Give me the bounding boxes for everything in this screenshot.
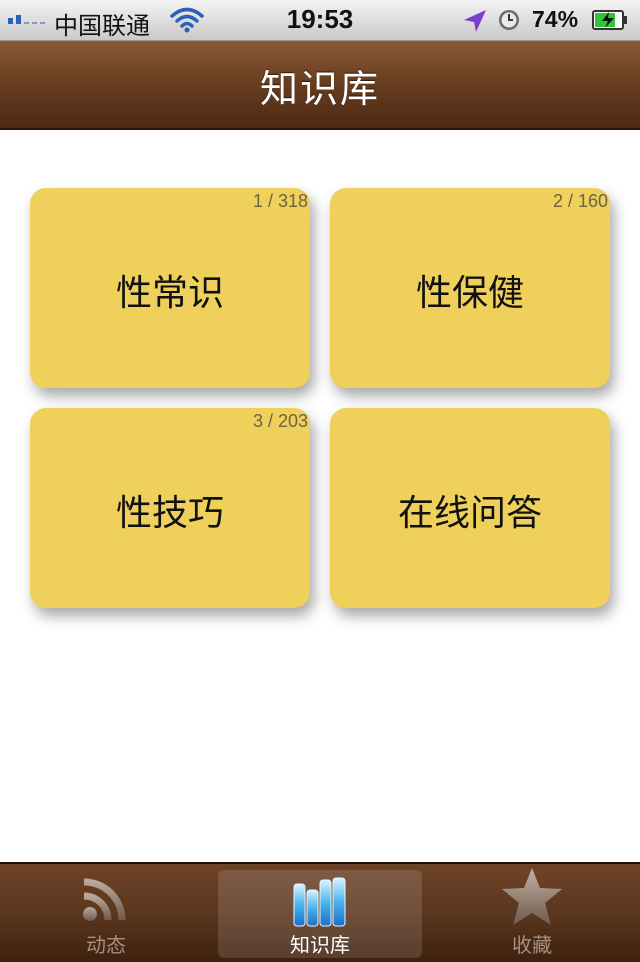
rss-icon (83, 878, 126, 921)
tab-favorites[interactable]: 收藏 (432, 864, 632, 962)
tile-sex-techniques[interactable]: 3 / 203 性技巧 (30, 408, 310, 608)
tile-label: 性技巧 (115, 493, 224, 534)
tile-count: 3 / 203 (252, 411, 308, 431)
tile-sex-health[interactable]: 2 / 160 性保健 (330, 188, 610, 388)
tab-label: 收藏 (512, 933, 552, 957)
tile-label: 性常识 (115, 273, 224, 314)
tab-feed[interactable]: 动态 (6, 864, 206, 962)
tile-count: 1 / 318 (252, 191, 308, 211)
tile-online-qa[interactable]: 在线问答 (330, 408, 610, 608)
battery-percent: 74% (532, 6, 579, 32)
tab-label: 动态 (86, 933, 126, 957)
page-title: 知识库 (259, 67, 380, 111)
star-icon (502, 868, 562, 925)
books-icon (293, 877, 346, 927)
tile-label: 在线问答 (397, 493, 542, 534)
status-bar: 中国联通 19:53 74% (0, 0, 640, 41)
tab-label: 知识库 (290, 933, 350, 957)
tab-bar: 动态 知识库 收藏 (0, 862, 640, 962)
tab-knowledge-base[interactable]: 知识库 (218, 870, 422, 958)
location-arrow-icon (464, 10, 486, 32)
tile-label: 性保健 (415, 273, 524, 314)
clock-icon (499, 10, 519, 30)
tile-sex-knowledge[interactable]: 1 / 318 性常识 (30, 188, 310, 388)
tile-count: 2 / 160 (552, 191, 608, 211)
battery-charging-icon (592, 10, 627, 30)
navigation-bar: 知识库 (0, 41, 640, 130)
